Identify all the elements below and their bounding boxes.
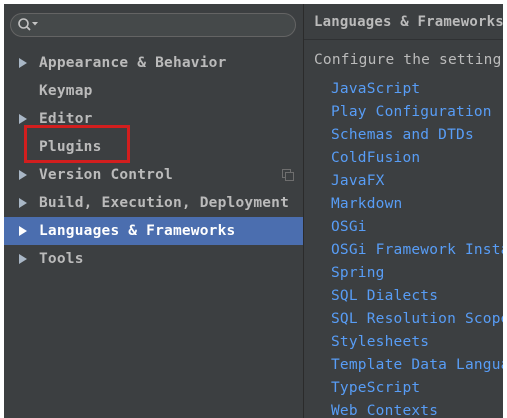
link-javascript[interactable]: JavaScript (331, 78, 503, 101)
tree-item-label: Appearance & Behavior (39, 55, 227, 71)
link-play-configuration[interactable]: Play Configuration (331, 101, 503, 124)
tree-item-label: Tools (39, 251, 84, 267)
link-spring[interactable]: Spring (331, 262, 503, 285)
expand-arrow-icon[interactable] (19, 58, 27, 68)
search-icon[interactable] (17, 17, 39, 33)
tree-item-label: Keymap (39, 83, 93, 99)
link-osgi[interactable]: OSGi (331, 216, 503, 239)
title-divider (304, 39, 503, 40)
settings-dialog: Appearance & Behavior Keymap Editor Plug… (4, 4, 503, 418)
tree-item-version-control[interactable]: Version Control (4, 161, 303, 189)
tree-item-label: Languages & Frameworks (39, 223, 236, 239)
search-input[interactable] (41, 16, 286, 34)
tree-item-languages-frameworks[interactable]: Languages & Frameworks (4, 217, 303, 245)
link-osgi-framework-instances[interactable]: OSGi Framework Instances (331, 239, 503, 262)
expand-arrow-icon[interactable] (19, 198, 27, 208)
tree-item-keymap[interactable]: Keymap (4, 77, 303, 105)
tree-item-build-execution-deployment[interactable]: Build, Execution, Deployment (4, 189, 303, 217)
link-javafx[interactable]: JavaFX (331, 170, 503, 193)
subpage-link-list: JavaScript Play Configuration Schemas an… (331, 78, 503, 418)
panel-title: Languages & Frameworks (314, 14, 503, 30)
search-box[interactable] (10, 13, 296, 37)
expand-arrow-icon[interactable] (19, 254, 27, 264)
link-web-contexts[interactable]: Web Contexts (331, 400, 503, 418)
settings-tree-panel: Appearance & Behavior Keymap Editor Plug… (4, 4, 303, 418)
link-sql-dialects[interactable]: SQL Dialects (331, 285, 503, 308)
link-typescript[interactable]: TypeScript (331, 377, 503, 400)
tree-item-tools[interactable]: Tools (4, 245, 303, 273)
plugins-highlight-box (24, 125, 130, 163)
tree-item-label: Version Control (39, 167, 173, 183)
copy-icon (282, 169, 294, 181)
settings-content-panel: Languages & Frameworks Configure the set… (304, 4, 503, 418)
link-sql-resolution-scopes[interactable]: SQL Resolution Scopes (331, 308, 503, 331)
link-schemas-dtds[interactable]: Schemas and DTDs (331, 124, 503, 147)
expand-arrow-icon[interactable] (19, 170, 27, 180)
link-markdown[interactable]: Markdown (331, 193, 503, 216)
link-coldfusion[interactable]: ColdFusion (331, 147, 503, 170)
expand-arrow-icon[interactable] (19, 114, 27, 124)
tree-item-appearance-behavior[interactable]: Appearance & Behavior (4, 49, 303, 77)
tree-item-label: Build, Execution, Deployment (39, 195, 290, 211)
link-template-data-languages[interactable]: Template Data Languages (331, 354, 503, 377)
expand-arrow-icon[interactable] (19, 226, 27, 236)
link-stylesheets[interactable]: Stylesheets (331, 331, 503, 354)
panel-description: Configure the settings (314, 52, 503, 68)
